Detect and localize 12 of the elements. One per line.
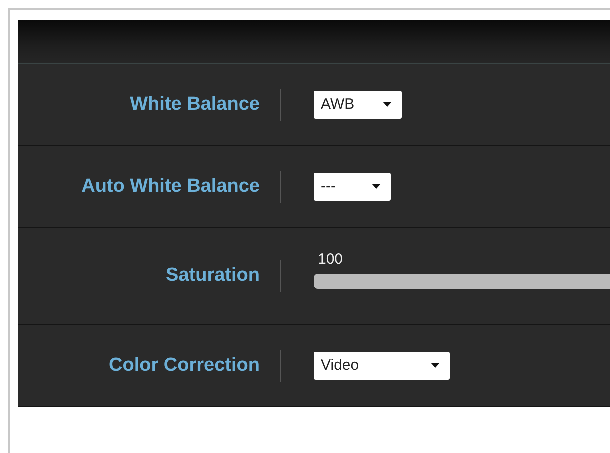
- caret-icon: [383, 102, 392, 107]
- caret-icon: [372, 184, 381, 189]
- setting-label: White Balance: [129, 94, 260, 116]
- dropdown[interactable]: ---: [314, 172, 391, 200]
- slider-value: 100: [317, 251, 344, 268]
- caret-icon: [431, 363, 440, 368]
- setting-label: Saturation: [165, 265, 260, 287]
- slider-track[interactable]: [314, 274, 610, 289]
- dropdown[interactable]: AWB: [314, 90, 402, 118]
- setting-label: Color Correction: [108, 354, 260, 376]
- dropdown[interactable]: Video: [314, 352, 450, 380]
- setting-label: Auto White Balance: [80, 176, 260, 198]
